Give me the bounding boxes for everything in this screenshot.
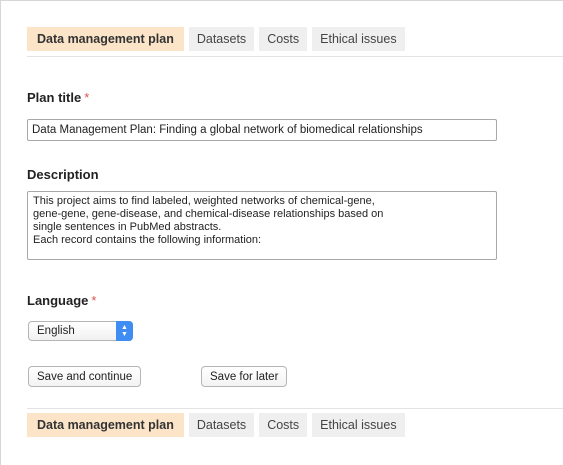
select-arrows-icon: ▲ ▼	[116, 321, 133, 341]
tab-bar-top: Data management plan Datasets Costs Ethi…	[27, 27, 405, 51]
required-marker: *	[84, 90, 90, 105]
tab-data-management-plan[interactable]: Data management plan	[27, 27, 184, 51]
tab-data-management-plan[interactable]: Data management plan	[27, 413, 184, 437]
divider-bottom	[27, 408, 563, 409]
tab-costs[interactable]: Costs	[259, 27, 308, 51]
plan-editor-panel: Data management plan Datasets Costs Ethi…	[0, 0, 563, 465]
plan-title-label: Plan title *	[27, 90, 89, 105]
tab-datasets[interactable]: Datasets	[188, 413, 255, 437]
description-textarea[interactable]: This project aims to find labeled, weigh…	[27, 191, 497, 260]
divider-top	[27, 56, 563, 57]
tab-costs[interactable]: Costs	[259, 413, 308, 437]
description-label: Description	[27, 167, 99, 182]
required-marker: *	[91, 293, 97, 308]
save-and-continue-button[interactable]: Save and continue	[28, 366, 142, 387]
tab-ethical-issues[interactable]: Ethical issues	[312, 27, 405, 51]
description-label-text: Description	[27, 167, 99, 182]
tab-datasets[interactable]: Datasets	[188, 27, 255, 51]
language-label-text: Language	[27, 293, 89, 308]
language-select[interactable]: English ▲ ▼	[28, 321, 133, 341]
plan-title-input[interactable]	[27, 119, 497, 141]
save-for-later-button[interactable]: Save for later	[201, 366, 288, 387]
tab-bar-bottom: Data management plan Datasets Costs Ethi…	[27, 413, 405, 437]
tab-ethical-issues[interactable]: Ethical issues	[312, 413, 405, 437]
plan-title-label-text: Plan title	[27, 90, 82, 105]
language-label: Language *	[27, 293, 96, 308]
language-selected-value: English	[37, 325, 75, 337]
